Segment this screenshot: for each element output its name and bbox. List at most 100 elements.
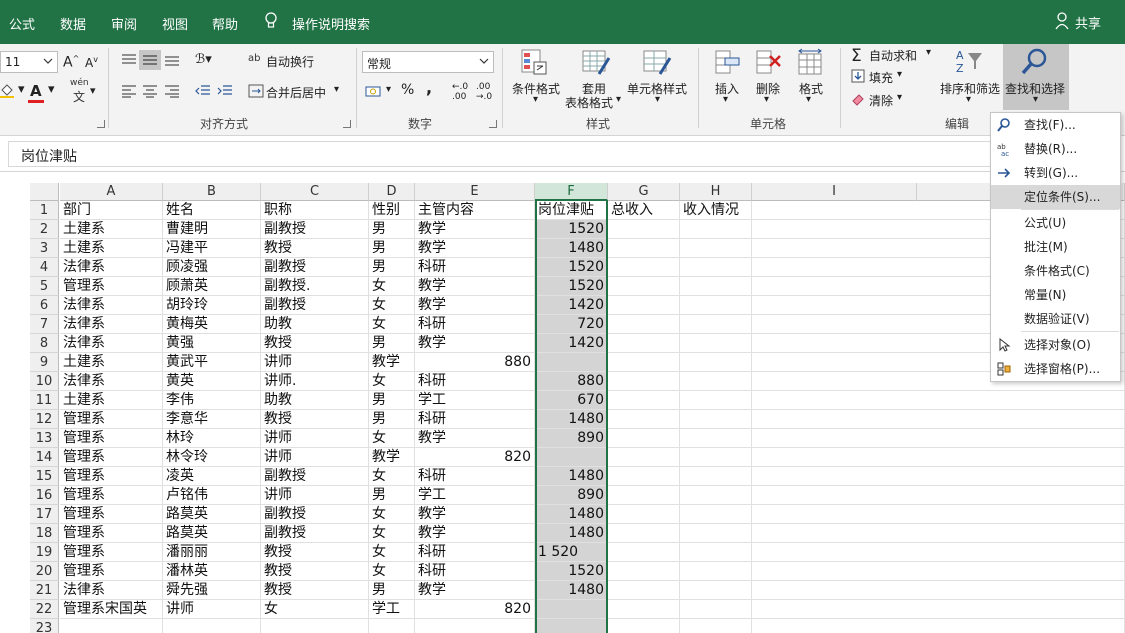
row-header[interactable]: 1 bbox=[30, 201, 59, 220]
decrease-decimal-button[interactable]: .00 →.0 bbox=[476, 82, 492, 102]
cell-C23[interactable] bbox=[261, 619, 369, 633]
increase-decimal-button[interactable]: ←.0.00 bbox=[452, 82, 468, 102]
row-header[interactable]: 22 bbox=[30, 600, 59, 619]
column-header-I[interactable]: I bbox=[752, 183, 917, 201]
cell-E11[interactable]: 学工 bbox=[415, 391, 535, 410]
clear-button[interactable]: 清除 bbox=[869, 92, 893, 109]
row-header[interactable]: 15 bbox=[30, 467, 59, 486]
cell-I15[interactable] bbox=[752, 467, 1125, 486]
tell-me-search[interactable]: 操作说明搜索 bbox=[292, 14, 370, 33]
cell-H18[interactable] bbox=[680, 524, 752, 543]
cell-I12[interactable] bbox=[752, 410, 1125, 429]
row-header[interactable]: 21 bbox=[30, 581, 59, 600]
cell-A16[interactable]: 管理系 bbox=[60, 486, 163, 505]
cell-C8[interactable]: 教授 bbox=[261, 334, 369, 353]
cell-A8[interactable]: 法律系 bbox=[60, 334, 163, 353]
cell-C21[interactable]: 教授 bbox=[261, 581, 369, 600]
menu-item-constants[interactable]: 常量(N) bbox=[991, 283, 1120, 307]
cell-D14[interactable]: 教学 bbox=[369, 448, 415, 467]
cell-C19[interactable]: 教授 bbox=[261, 543, 369, 562]
row-header[interactable]: 6 bbox=[30, 296, 59, 315]
column-header-B[interactable]: B bbox=[163, 183, 261, 201]
cell-B21[interactable]: 舜先强 bbox=[163, 581, 261, 600]
cell-G18[interactable] bbox=[608, 524, 680, 543]
number-group-launcher[interactable] bbox=[489, 120, 497, 128]
cell-D19[interactable]: 女 bbox=[369, 543, 415, 562]
menu-item-find[interactable]: 查找(F)... bbox=[991, 113, 1120, 137]
number-format-combo[interactable]: 常规 bbox=[362, 51, 494, 73]
cell-A21[interactable]: 法律系 bbox=[60, 581, 163, 600]
cell-B10[interactable]: 黄英 bbox=[163, 372, 261, 391]
cell-B13[interactable]: 林玲 bbox=[163, 429, 261, 448]
align-center-icon[interactable] bbox=[142, 84, 158, 98]
cell-I21[interactable] bbox=[752, 581, 1125, 600]
column-header-A[interactable]: A bbox=[60, 183, 163, 201]
cell-G22[interactable] bbox=[608, 600, 680, 619]
cell-F20[interactable]: 1520 bbox=[535, 562, 608, 581]
cell-B22[interactable]: 讲师 bbox=[163, 600, 261, 619]
cell-H17[interactable] bbox=[680, 505, 752, 524]
cell-E20[interactable]: 科研 bbox=[415, 562, 535, 581]
row-header[interactable]: 7 bbox=[30, 315, 59, 334]
cell-H1[interactable]: 收入情况 bbox=[680, 201, 752, 220]
cell-B9[interactable]: 黄武平 bbox=[163, 353, 261, 372]
phonetic-button[interactable]: wén bbox=[70, 78, 89, 88]
cell-A4[interactable]: 法律系 bbox=[60, 258, 163, 277]
cell-E15[interactable]: 科研 bbox=[415, 467, 535, 486]
cell-H20[interactable] bbox=[680, 562, 752, 581]
cell-D8[interactable]: 男 bbox=[369, 334, 415, 353]
cell-A15[interactable]: 管理系 bbox=[60, 467, 163, 486]
cell-B15[interactable]: 凌英 bbox=[163, 467, 261, 486]
cell-G5[interactable] bbox=[608, 277, 680, 296]
cell-F5[interactable]: 1520 bbox=[535, 277, 608, 296]
cell-F17[interactable]: 1480 bbox=[535, 505, 608, 524]
cell-B17[interactable]: 路莫英 bbox=[163, 505, 261, 524]
cell-C17[interactable]: 副教授 bbox=[261, 505, 369, 524]
cell-C16[interactable]: 讲师 bbox=[261, 486, 369, 505]
cell-A7[interactable]: 法律系 bbox=[60, 315, 163, 334]
shrink-font-button[interactable]: Av bbox=[85, 55, 98, 70]
cell-A14[interactable]: 管理系 bbox=[60, 448, 163, 467]
cell-H10[interactable] bbox=[680, 372, 752, 391]
cell-C2[interactable]: 副教授 bbox=[261, 220, 369, 239]
cell-H23[interactable] bbox=[680, 619, 752, 633]
row-header[interactable]: 10 bbox=[30, 372, 59, 391]
cell-B8[interactable]: 黄强 bbox=[163, 334, 261, 353]
cell-H6[interactable] bbox=[680, 296, 752, 315]
align-right-icon[interactable] bbox=[164, 84, 180, 98]
cell-H2[interactable] bbox=[680, 220, 752, 239]
row-header[interactable]: 16 bbox=[30, 486, 59, 505]
cell-C13[interactable]: 讲师 bbox=[261, 429, 369, 448]
cell-F9[interactable] bbox=[535, 353, 608, 372]
align-top-icon[interactable] bbox=[121, 53, 137, 67]
tab-formulas[interactable]: 公式 bbox=[9, 14, 35, 33]
row-header[interactable]: 19 bbox=[30, 543, 59, 562]
cell-H22[interactable] bbox=[680, 600, 752, 619]
cell-H7[interactable] bbox=[680, 315, 752, 334]
row-header[interactable]: 2 bbox=[30, 220, 59, 239]
cell-D2[interactable]: 男 bbox=[369, 220, 415, 239]
cell-B14[interactable]: 林令玲 bbox=[163, 448, 261, 467]
cell-H3[interactable] bbox=[680, 239, 752, 258]
cell-A13[interactable]: 管理系 bbox=[60, 429, 163, 448]
grow-font-button[interactable]: A^ bbox=[63, 54, 79, 71]
cell-G8[interactable] bbox=[608, 334, 680, 353]
cell-H9[interactable] bbox=[680, 353, 752, 372]
menu-item-selection-pane[interactable]: 选择窗格(P)... bbox=[991, 357, 1120, 381]
cell-G19[interactable] bbox=[608, 543, 680, 562]
column-header-F[interactable]: F bbox=[535, 183, 608, 201]
cell-A20[interactable]: 管理系 bbox=[60, 562, 163, 581]
cell-F4[interactable]: 1520 bbox=[535, 258, 608, 277]
cell-D12[interactable]: 男 bbox=[369, 410, 415, 429]
cell-G13[interactable] bbox=[608, 429, 680, 448]
cell-B19[interactable]: 潘丽丽 bbox=[163, 543, 261, 562]
cell-E14[interactable]: 820 bbox=[415, 448, 535, 467]
cell-G14[interactable] bbox=[608, 448, 680, 467]
increase-indent-icon[interactable] bbox=[217, 84, 233, 98]
tab-view[interactable]: 视图 bbox=[162, 14, 188, 33]
cell-I11[interactable] bbox=[752, 391, 1125, 410]
wrap-text-button[interactable]: 自动换行 bbox=[266, 53, 314, 70]
cell-B16[interactable]: 卢铭伟 bbox=[163, 486, 261, 505]
row-header[interactable]: 11 bbox=[30, 391, 59, 410]
cell-G11[interactable] bbox=[608, 391, 680, 410]
